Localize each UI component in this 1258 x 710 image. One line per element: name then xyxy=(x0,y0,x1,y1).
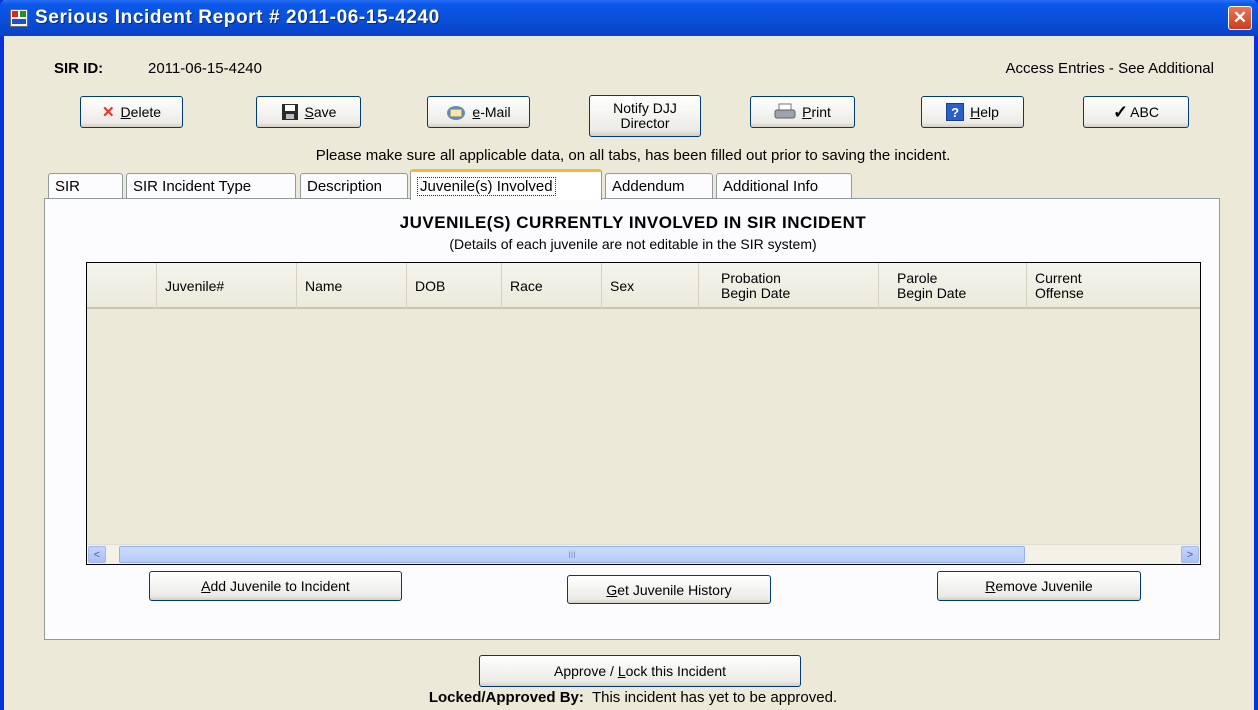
print-label: rint xyxy=(811,104,831,120)
save-button[interactable]: Save xyxy=(256,96,361,128)
add-juvenile-button[interactable]: Add Juvenile to Incident xyxy=(149,571,402,601)
juveniles-heading: JUVENILE(S) CURRENTLY INVOLVED IN SIR IN… xyxy=(399,213,867,232)
locked-value: This incident has yet to be approved. xyxy=(591,689,838,706)
tab-sir-incident-type[interactable]: SIR Incident Type xyxy=(126,173,296,199)
remove-label: emove Juvenile xyxy=(995,578,1093,594)
help-label: elp xyxy=(980,104,999,120)
column-header[interactable]: Race xyxy=(502,263,602,309)
incident-report-window: Serious Incident Report # 2011-06-15-424… xyxy=(0,0,1258,710)
history-mnemonic: G xyxy=(606,581,618,598)
column-header[interactable]: Name xyxy=(297,263,407,309)
approve-lock-button[interactable]: Approve / Lock this Incident xyxy=(479,655,801,687)
help-mnemonic: H xyxy=(970,104,981,120)
spellcheck-button[interactable]: ✓ ABC xyxy=(1083,96,1189,128)
column-header[interactable]: Probation Begin Date xyxy=(699,263,879,309)
locked-label: Locked/Approved By: xyxy=(428,689,584,706)
delete-button[interactable]: ✕ Delete xyxy=(80,96,183,128)
add-mnemonic: A xyxy=(201,578,211,594)
column-header[interactable]: Current Offense xyxy=(1027,263,1202,309)
save-label: ave xyxy=(313,104,337,120)
add-juvenile-label: dd Juvenile to Incident xyxy=(210,578,350,594)
scroll-right-icon[interactable]: > xyxy=(1181,546,1199,563)
app-icon xyxy=(10,9,28,27)
remove-mnemonic: R xyxy=(985,578,996,594)
column-header[interactable]: Juvenile# xyxy=(157,263,297,309)
close-icon[interactable]: ✕ xyxy=(1228,6,1252,30)
help-icon: ? xyxy=(946,103,965,121)
row-header-column xyxy=(87,263,157,309)
notify-label-line2: Director xyxy=(620,115,670,131)
access-entries-text: Access Entries - See Additional xyxy=(1005,60,1214,77)
remove-juvenile-button[interactable]: Remove Juvenile xyxy=(937,571,1141,601)
tab-additional-info[interactable]: Additional Info xyxy=(716,173,852,199)
email-label: -Mail xyxy=(480,104,511,120)
title-bar[interactable]: Serious Incident Report # 2011-06-15-424… xyxy=(0,0,1258,36)
delete-label: elete xyxy=(130,104,162,120)
tab-label: Addendum xyxy=(612,178,685,195)
save-notice: Please make sure all applicable data, on… xyxy=(315,147,951,164)
notify-label-line1: Notify DJJ xyxy=(613,99,677,116)
grid-header: Juvenile# Name DOB Race Sex Probation Be… xyxy=(87,263,1200,309)
tab-label: SIR Incident Type xyxy=(133,178,252,195)
tab-addendum[interactable]: Addendum xyxy=(605,173,713,199)
column-header[interactable]: Sex xyxy=(602,263,699,309)
column-header[interactable]: Parole Begin Date xyxy=(879,263,1027,309)
notify-djj-director-button[interactable]: Notify DJJ Director xyxy=(589,95,701,137)
tab-label: Juvenile(s) Involved xyxy=(417,176,556,196)
tab-label: SIR xyxy=(55,178,81,195)
get-juvenile-history-button[interactable]: Get Juvenile History xyxy=(567,575,771,604)
approve-mnemonic: L xyxy=(617,663,626,679)
juveniles-grid[interactable]: Juvenile# Name DOB Race Sex Probation Be… xyxy=(86,262,1201,565)
column-header[interactable]: DOB xyxy=(407,263,502,309)
save-mnemonic: S xyxy=(304,104,314,120)
sir-id-label: SIR ID: xyxy=(54,60,104,77)
tab-label: Description xyxy=(307,178,383,195)
scroll-left-icon[interactable]: < xyxy=(88,546,106,563)
spellcheck-label: ABC xyxy=(1130,104,1159,120)
tab-juveniles-involved[interactable]: Juvenile(s) Involved xyxy=(410,169,602,200)
window-title: Serious Incident Report # 2011-06-15-424… xyxy=(35,7,440,28)
tab-description[interactable]: Description xyxy=(300,173,408,199)
email-button[interactable]: e-Mail xyxy=(427,96,530,128)
email-icon xyxy=(447,106,466,120)
floppy-disk-icon xyxy=(281,104,298,120)
delete-mnemonic: D xyxy=(120,104,131,120)
delete-icon: ✕ xyxy=(101,104,115,121)
tab-sir[interactable]: SIR xyxy=(48,173,123,199)
help-button[interactable]: ? Help xyxy=(921,96,1024,128)
print-button[interactable]: Print xyxy=(750,96,855,128)
juveniles-subheading: (Details of each juvenile are not editab… xyxy=(449,236,817,252)
checkmark-icon: ✓ xyxy=(1113,101,1129,122)
locked-status: Locked/Approved By: This incident has ye… xyxy=(4,689,1258,706)
scroll-thumb[interactable]: III xyxy=(119,546,1025,563)
printer-icon xyxy=(774,103,796,119)
horizontal-scrollbar[interactable]: < III > xyxy=(87,544,1200,564)
sir-id-value: 2011-06-15-4240 xyxy=(148,60,262,77)
tab-label: Additional Info xyxy=(723,178,819,195)
history-label: et Juvenile History xyxy=(617,581,732,598)
